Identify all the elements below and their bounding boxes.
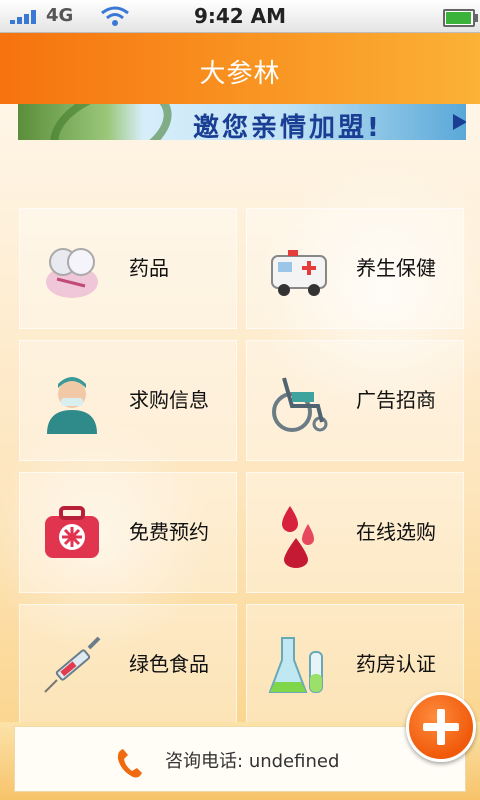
status-bar: 4G 9:42 AM — [0, 0, 480, 33]
ambulance-icon — [271, 250, 327, 296]
syringe-icon — [44, 636, 101, 693]
plus-button[interactable] — [406, 692, 476, 762]
menu-tile-green-food[interactable]: 绿色食品 — [19, 604, 237, 725]
menu-tile-free-booking[interactable]: 免费预约 — [19, 472, 237, 593]
hotline-text: 咨询电话: undefined — [165, 747, 339, 773]
promo-banner[interactable]: 邀您亲情加盟! — [18, 104, 466, 140]
menu-tile-medicine[interactable]: 药品 — [19, 208, 237, 329]
menu-label: 在线选购 — [356, 520, 436, 544]
menu-tile-advertising[interactable]: 广告招商 — [246, 340, 464, 461]
blood-drop-icon — [282, 506, 314, 568]
menu-label: 免费预约 — [129, 520, 209, 544]
menu-tile-health[interactable]: 养生保健 — [246, 208, 464, 329]
battery-icon — [443, 9, 478, 27]
menu-tile-purchase-info[interactable]: 求购信息 — [19, 340, 237, 461]
menu-label: 药品 — [129, 256, 169, 280]
hotline-prefix: 咨询电话: — [165, 751, 244, 772]
title-bar: 大参林 — [0, 33, 480, 104]
menu-tile-online-shopping[interactable]: 在线选购 — [246, 472, 464, 593]
flask-icon — [268, 637, 323, 693]
menu-label: 养生保健 — [356, 256, 436, 280]
page-title: 大参林 — [199, 59, 281, 89]
doctor-icon — [47, 377, 97, 434]
phone-icon — [117, 749, 142, 778]
battery-level — [446, 12, 472, 24]
menu-label: 求购信息 — [129, 388, 209, 412]
banner-text: 邀您亲情加盟! — [193, 113, 382, 140]
menu-label: 广告招商 — [356, 388, 436, 412]
arrow-icon — [453, 114, 466, 130]
menu-label: 绿色食品 — [129, 652, 209, 676]
status-time: 9:42 AM — [193, 4, 287, 28]
hotline-panel[interactable]: 咨询电话: undefined — [14, 726, 466, 792]
medicine-icon — [46, 248, 98, 298]
hotline-number: undefined — [248, 751, 340, 772]
leaf-graphic — [38, 104, 184, 140]
first-aid-kit-icon — [45, 506, 99, 558]
wheelchair-icon — [272, 377, 328, 432]
